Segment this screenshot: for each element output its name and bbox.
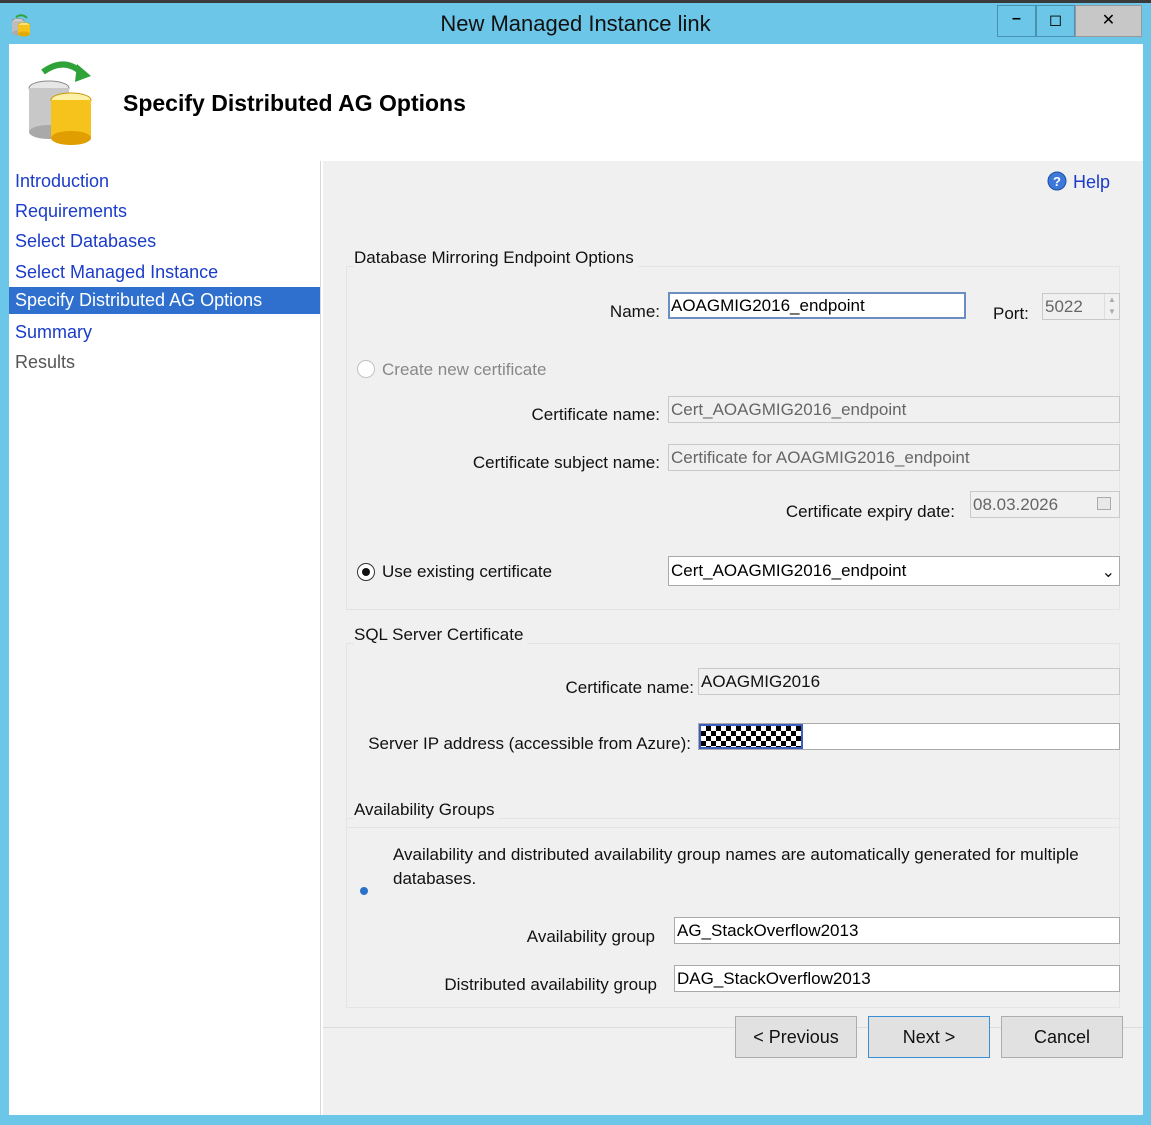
distributed-availability-group-label: Distributed availability group	[444, 975, 657, 994]
svg-text:?: ?	[1053, 174, 1061, 189]
availability-group-label: Availability group	[526, 927, 655, 946]
next-button[interactable]: Next >	[868, 1016, 990, 1058]
minimize-button[interactable]: –	[997, 5, 1036, 37]
ag-info-line-1: Availability and distributed availabilit…	[393, 845, 1079, 864]
use-existing-certificate-radio[interactable]	[357, 563, 375, 581]
server-ip-label: Server IP address (accessible from Azure…	[368, 734, 691, 753]
ag-info-text: Availability and distributed availabilit…	[393, 843, 1123, 891]
sql-cert-group-title: SQL Server Certificate	[354, 625, 528, 645]
port-stepper[interactable]: 5022 ▲ ▼	[1042, 293, 1120, 320]
port-label: Port:	[993, 304, 1029, 323]
options-panel: ? Help Database Mirroring Endpoint Optio…	[323, 161, 1143, 1027]
client-area: Specify Distributed AG Options Introduct…	[9, 44, 1143, 1115]
sql-cert-name-input[interactable]: AOAGMIG2016	[698, 668, 1120, 695]
nav-item-introduction[interactable]: Introduction	[9, 168, 320, 195]
wizard-header: Specify Distributed AG Options	[9, 44, 1143, 161]
calendar-icon[interactable]	[1097, 497, 1111, 510]
port-value: 5022	[1045, 297, 1083, 316]
ag-info-line-2: databases.	[393, 869, 477, 888]
availability-group-input[interactable]: AG_StackOverflow2013	[674, 917, 1120, 944]
existing-certificate-dropdown[interactable]: Cert_AOAGMIG2016_endpoint ⌄	[668, 556, 1120, 586]
nav-item-results: Results	[15, 352, 76, 372]
cert-subject-input[interactable]: Certificate for AOAGMIG2016_endpoint	[668, 444, 1120, 471]
nav-item-requirements[interactable]: Requirements	[9, 198, 320, 225]
server-ip-input[interactable]	[698, 723, 1120, 750]
spin-arrows-icon[interactable]: ▲ ▼	[1104, 294, 1119, 319]
nav-item-summary[interactable]: Summary	[9, 319, 320, 346]
cert-name-label: Certificate name:	[531, 405, 661, 424]
help-icon: ?	[1047, 171, 1067, 191]
close-icon: ✕	[1101, 12, 1116, 29]
create-new-certificate-label: Create new certificate	[382, 360, 547, 379]
sql-cert-name-label: Certificate name:	[565, 678, 695, 697]
info-icon	[360, 887, 368, 895]
expiry-date-picker[interactable]: 08.03.2026	[970, 491, 1120, 518]
existing-certificate-value: Cert_AOAGMIG2016_endpoint	[671, 561, 907, 580]
expiry-date-value: 08.03.2026	[973, 495, 1059, 514]
previous-button[interactable]: < Previous	[735, 1016, 857, 1058]
title-bar: New Managed Instance link – ◻ ✕	[0, 0, 1151, 44]
use-existing-certificate-label: Use existing certificate	[382, 562, 553, 581]
wizard-window: New Managed Instance link – ◻ ✕ Specify …	[0, 0, 1151, 1125]
window-title: New Managed Instance link	[440, 11, 711, 36]
cert-subject-label: Certificate subject name:	[472, 453, 660, 472]
minimize-icon: –	[1012, 10, 1021, 27]
wizard-nav: Introduction Requirements Select Databas…	[9, 161, 321, 1115]
maximize-icon: ◻	[1048, 12, 1063, 29]
expiry-date-label: Certificate expiry date:	[785, 502, 955, 521]
ag-group-title: Availability Groups	[354, 800, 499, 820]
maximize-button[interactable]: ◻	[1036, 5, 1075, 37]
nav-item-specify-distributed-ag-options[interactable]: Specify Distributed AG Options	[9, 287, 320, 314]
cancel-button[interactable]: Cancel	[1001, 1016, 1123, 1058]
nav-item-select-databases[interactable]: Select Databases	[9, 228, 320, 255]
help-label: Help	[1073, 172, 1111, 192]
close-button[interactable]: ✕	[1075, 5, 1142, 37]
database-sync-icon	[28, 61, 92, 145]
cert-name-input[interactable]: Cert_AOAGMIG2016_endpoint	[668, 396, 1120, 423]
create-new-certificate-radio[interactable]	[357, 360, 375, 378]
nav-item-select-managed-instance[interactable]: Select Managed Instance	[9, 259, 320, 286]
redacted-ip-value	[699, 724, 803, 749]
endpoint-name-input[interactable]: AOAGMIG2016_endpoint	[668, 292, 966, 319]
page-title: Specify Distributed AG Options	[123, 90, 466, 116]
distributed-availability-group-input[interactable]: DAG_StackOverflow2013	[674, 965, 1120, 992]
chevron-down-icon: ⌄	[1101, 564, 1115, 581]
endpoint-name-label: Name:	[609, 302, 660, 321]
endpoint-group-title: Database Mirroring Endpoint Options	[354, 248, 638, 268]
help-link[interactable]: ? Help	[1047, 171, 1110, 193]
wizard-footer: < Previous Next > Cancel	[323, 1016, 1143, 1115]
